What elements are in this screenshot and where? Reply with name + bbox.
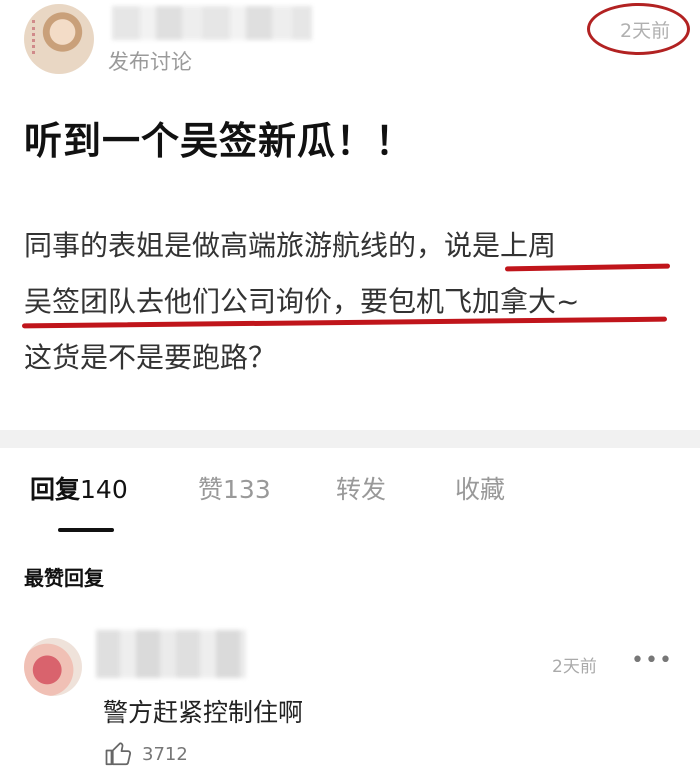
- thumbs-up-icon: [105, 742, 132, 766]
- tab-label: 赞: [198, 475, 224, 504]
- timestamp-annotation-circle: [587, 3, 690, 55]
- comment-like-count: 3712: [142, 744, 188, 765]
- active-tab-indicator: [58, 528, 114, 532]
- post-body: 同事的表姐是做高端旅游航线的，说是上周 吴签团队去他们公司询价，要包机飞加拿大~…: [24, 218, 684, 386]
- comment-text: 警方赶紧控制住啊: [103, 698, 304, 727]
- tab-favorites[interactable]: 收藏: [455, 470, 505, 506]
- interaction-tabs: 回复140 赞133 转发 收藏: [0, 470, 700, 520]
- tab-label: 收藏: [455, 475, 506, 504]
- tab-reposts[interactable]: 转发: [336, 470, 386, 506]
- commenter-name-blurred[interactable]: [96, 630, 246, 678]
- tab-label: 回复: [30, 475, 81, 504]
- post-title: 听到一个吴签新瓜！！: [24, 119, 415, 163]
- tab-likes[interactable]: 赞133: [198, 470, 271, 506]
- tab-replies[interactable]: 回复140: [30, 470, 128, 506]
- post-action-label: 发布讨论: [108, 50, 192, 74]
- tab-count: 133: [223, 475, 271, 504]
- author-avatar[interactable]: [24, 4, 94, 74]
- post-body-line: 这货是不是要跑路？: [24, 341, 277, 374]
- tab-label: 转发: [336, 475, 387, 504]
- comment-timestamp: 2天前: [552, 657, 597, 677]
- section-divider: [0, 430, 700, 448]
- more-horizontal-icon[interactable]: •••: [631, 650, 672, 672]
- hot-replies-header: 最赞回复: [24, 566, 104, 590]
- commenter-avatar[interactable]: [24, 638, 82, 696]
- author-name-blurred[interactable]: [112, 6, 312, 40]
- tab-count: 140: [80, 475, 128, 504]
